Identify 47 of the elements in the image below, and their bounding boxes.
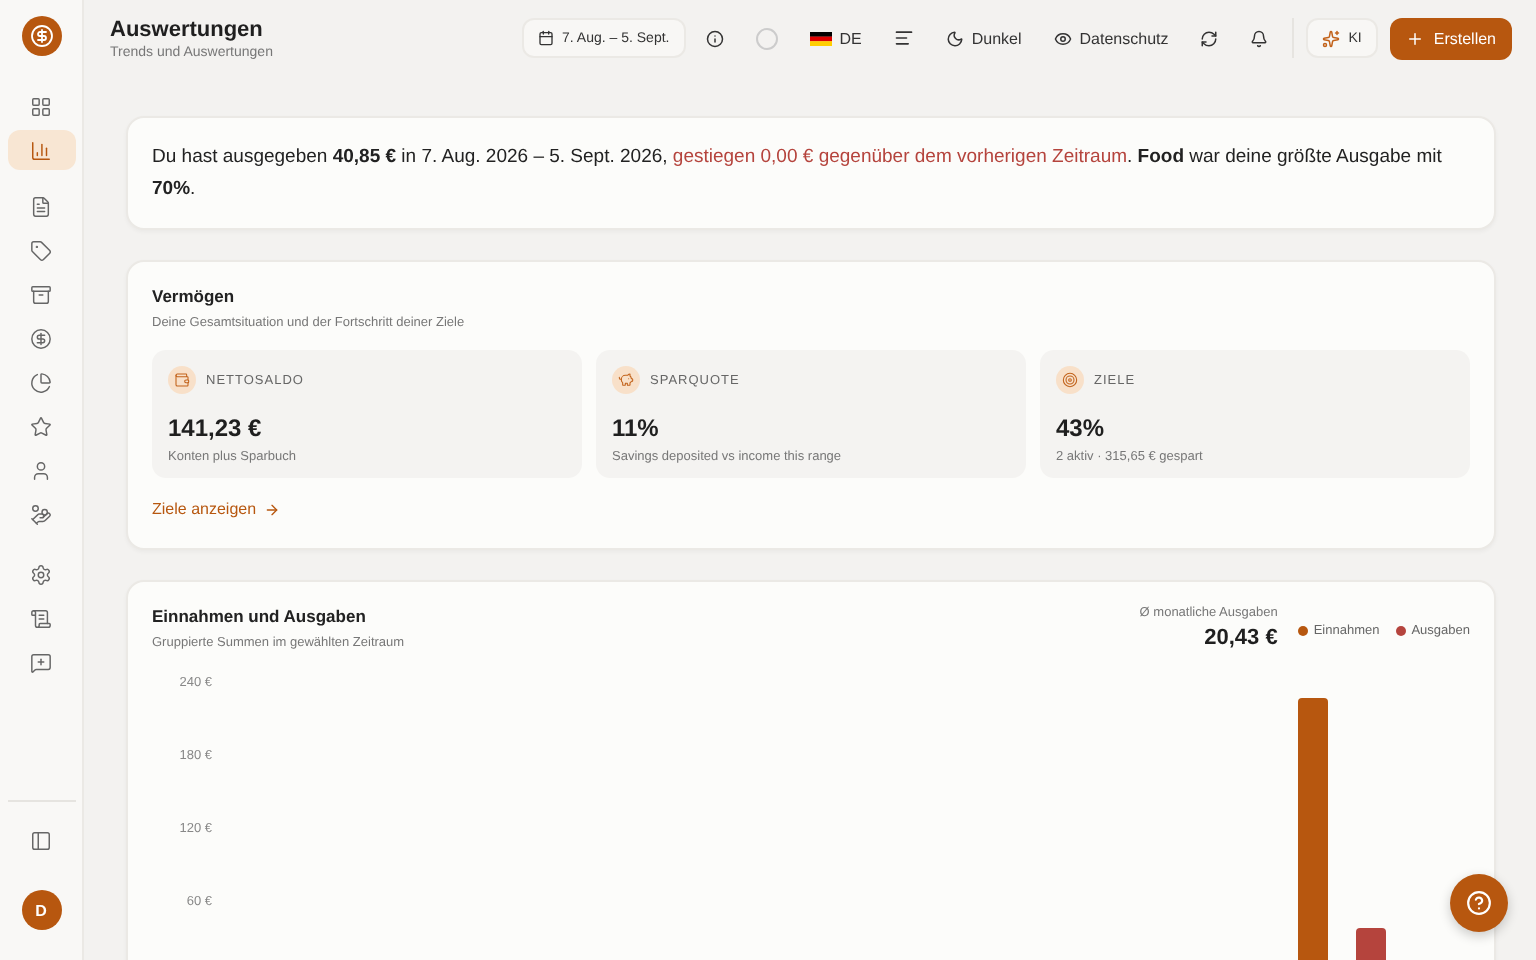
language-button[interactable]: DE xyxy=(797,18,874,58)
page-title: Auswertungen xyxy=(110,17,265,41)
stat-value: 11% xyxy=(612,414,661,442)
eye-icon xyxy=(1053,29,1072,47)
calendar-icon xyxy=(538,30,555,46)
user-icon xyxy=(30,459,52,481)
wallet-icon xyxy=(174,372,190,388)
star-icon xyxy=(30,415,52,437)
logo-icon xyxy=(21,16,61,56)
pie-chart-icon xyxy=(30,371,52,393)
tag-icon xyxy=(30,239,52,261)
document-icon xyxy=(30,195,52,217)
card-title: Vermögen xyxy=(152,286,237,306)
arrow-right-icon xyxy=(264,501,281,517)
sidebar-item[interactable] xyxy=(7,130,75,170)
bar-chart-icon xyxy=(30,139,52,161)
menu-icon xyxy=(893,28,914,48)
sparkles-icon xyxy=(1322,29,1341,47)
piggy-bank-icon xyxy=(618,372,634,388)
help-icon xyxy=(1466,890,1492,916)
hand-coins-icon xyxy=(30,503,52,525)
dollar-coin-icon xyxy=(30,327,52,349)
grid-icon xyxy=(30,95,52,117)
bell-icon xyxy=(1250,29,1269,47)
refresh-icon xyxy=(1200,29,1219,47)
sidebar-panel-icon xyxy=(30,829,52,851)
settings-icon xyxy=(30,563,52,585)
spending-summary: Du hast ausgegeben 40,85 € in 7. Aug. 2026 – 5. Sept. 2026, gestiegen 0,00 € gegenüber dem vorherigen Zeitraum. Food war deine größte Ausgabe mit 70%. xyxy=(152,144,1444,204)
theme-button[interactable]: Dunkel xyxy=(933,18,1034,58)
archive-icon xyxy=(30,283,52,305)
german-flag-icon xyxy=(809,31,832,45)
goals-link[interactable]: Ziele anzeigen xyxy=(152,500,281,518)
user-avatar[interactable]: D xyxy=(21,890,61,930)
chart-bar xyxy=(1356,928,1386,960)
stat-value: 43% xyxy=(1056,414,1107,442)
privacy-button[interactable]: Datenschutz xyxy=(1041,18,1181,58)
scroll-icon xyxy=(30,607,52,629)
create-button[interactable]: Erstellen xyxy=(1389,17,1512,59)
message-plus-icon xyxy=(30,651,52,673)
circle-icon xyxy=(755,27,778,49)
average-value: 20,43 € xyxy=(1204,626,1278,650)
card-title: Einnahmen und Ausgaben xyxy=(152,606,368,626)
moon-icon xyxy=(945,29,964,47)
target-icon xyxy=(1062,372,1078,388)
stat-value: 141,23 € xyxy=(168,414,264,442)
info-icon xyxy=(705,29,724,47)
plus-icon xyxy=(1405,29,1424,47)
